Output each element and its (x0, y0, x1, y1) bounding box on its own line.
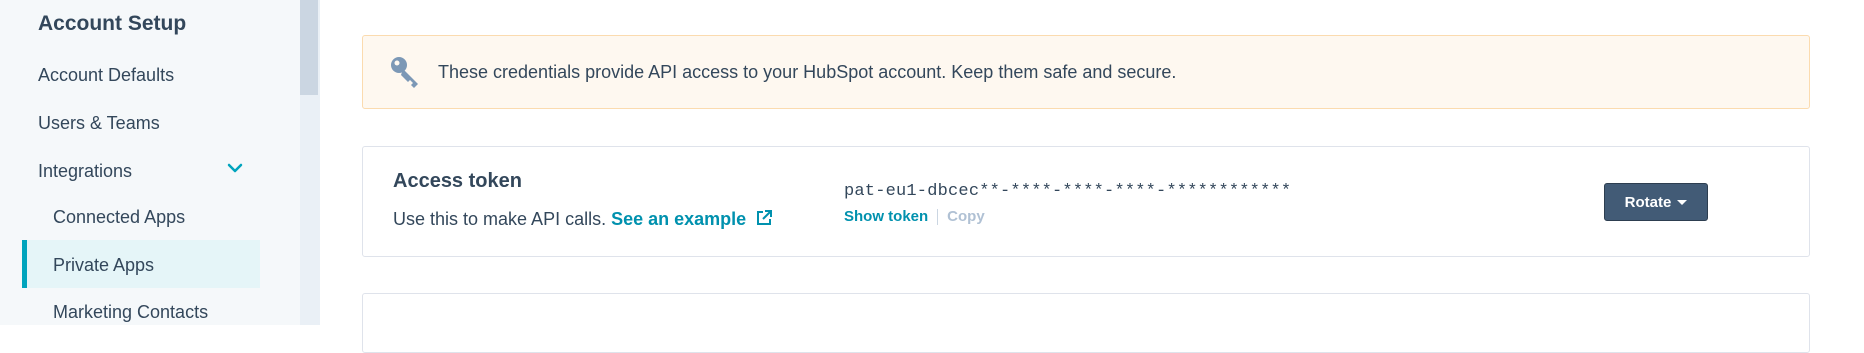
see-example-link[interactable]: See an example (611, 209, 773, 229)
next-card (362, 293, 1810, 353)
chevron-down-icon[interactable] (225, 158, 245, 178)
sidebar-item-connected-apps[interactable]: Connected Apps (53, 207, 185, 228)
alert-text: These credentials provide API access to … (438, 62, 1177, 82)
sidebar-item-users-teams[interactable]: Users & Teams (38, 113, 160, 134)
rotate-label: Rotate (1624, 193, 1672, 211)
sidebar-scrollbar-thumb[interactable] (300, 0, 318, 95)
sidebar-heading: Account Setup (38, 12, 187, 35)
key-icon (391, 57, 418, 88)
access-token-card: Access token Use this to make API calls.… (362, 146, 1810, 257)
copy-button[interactable]: Copy (947, 208, 985, 225)
sidebar-item-private-apps[interactable]: Private Apps (53, 255, 154, 276)
settings-sidebar: Account Setup Account Defaults Users & T… (0, 0, 300, 325)
security-alert: These credentials provide API access to … (362, 35, 1810, 109)
show-token-button[interactable]: Show token (844, 208, 928, 225)
see-example-label: See an example (611, 209, 747, 229)
sidebar-item-integrations[interactable]: Integrations (38, 161, 132, 182)
token-actions: Show token Copy (844, 208, 985, 225)
access-token-title: Access token (393, 170, 522, 192)
rotate-button[interactable]: Rotate (1604, 183, 1708, 221)
sidebar-item-marketing-contacts[interactable]: Marketing Contacts (53, 302, 208, 323)
divider (937, 208, 939, 225)
access-token-description-text: Use this to make API calls. (393, 209, 607, 229)
access-token-description: Use this to make API calls. See an examp… (393, 209, 773, 230)
external-link-icon (757, 210, 773, 225)
caret-down-icon (1677, 199, 1688, 205)
token-value: pat-eu1-dbcec**-****-****-****-*********… (844, 182, 1292, 201)
sidebar-item-account-defaults[interactable]: Account Defaults (38, 65, 174, 86)
